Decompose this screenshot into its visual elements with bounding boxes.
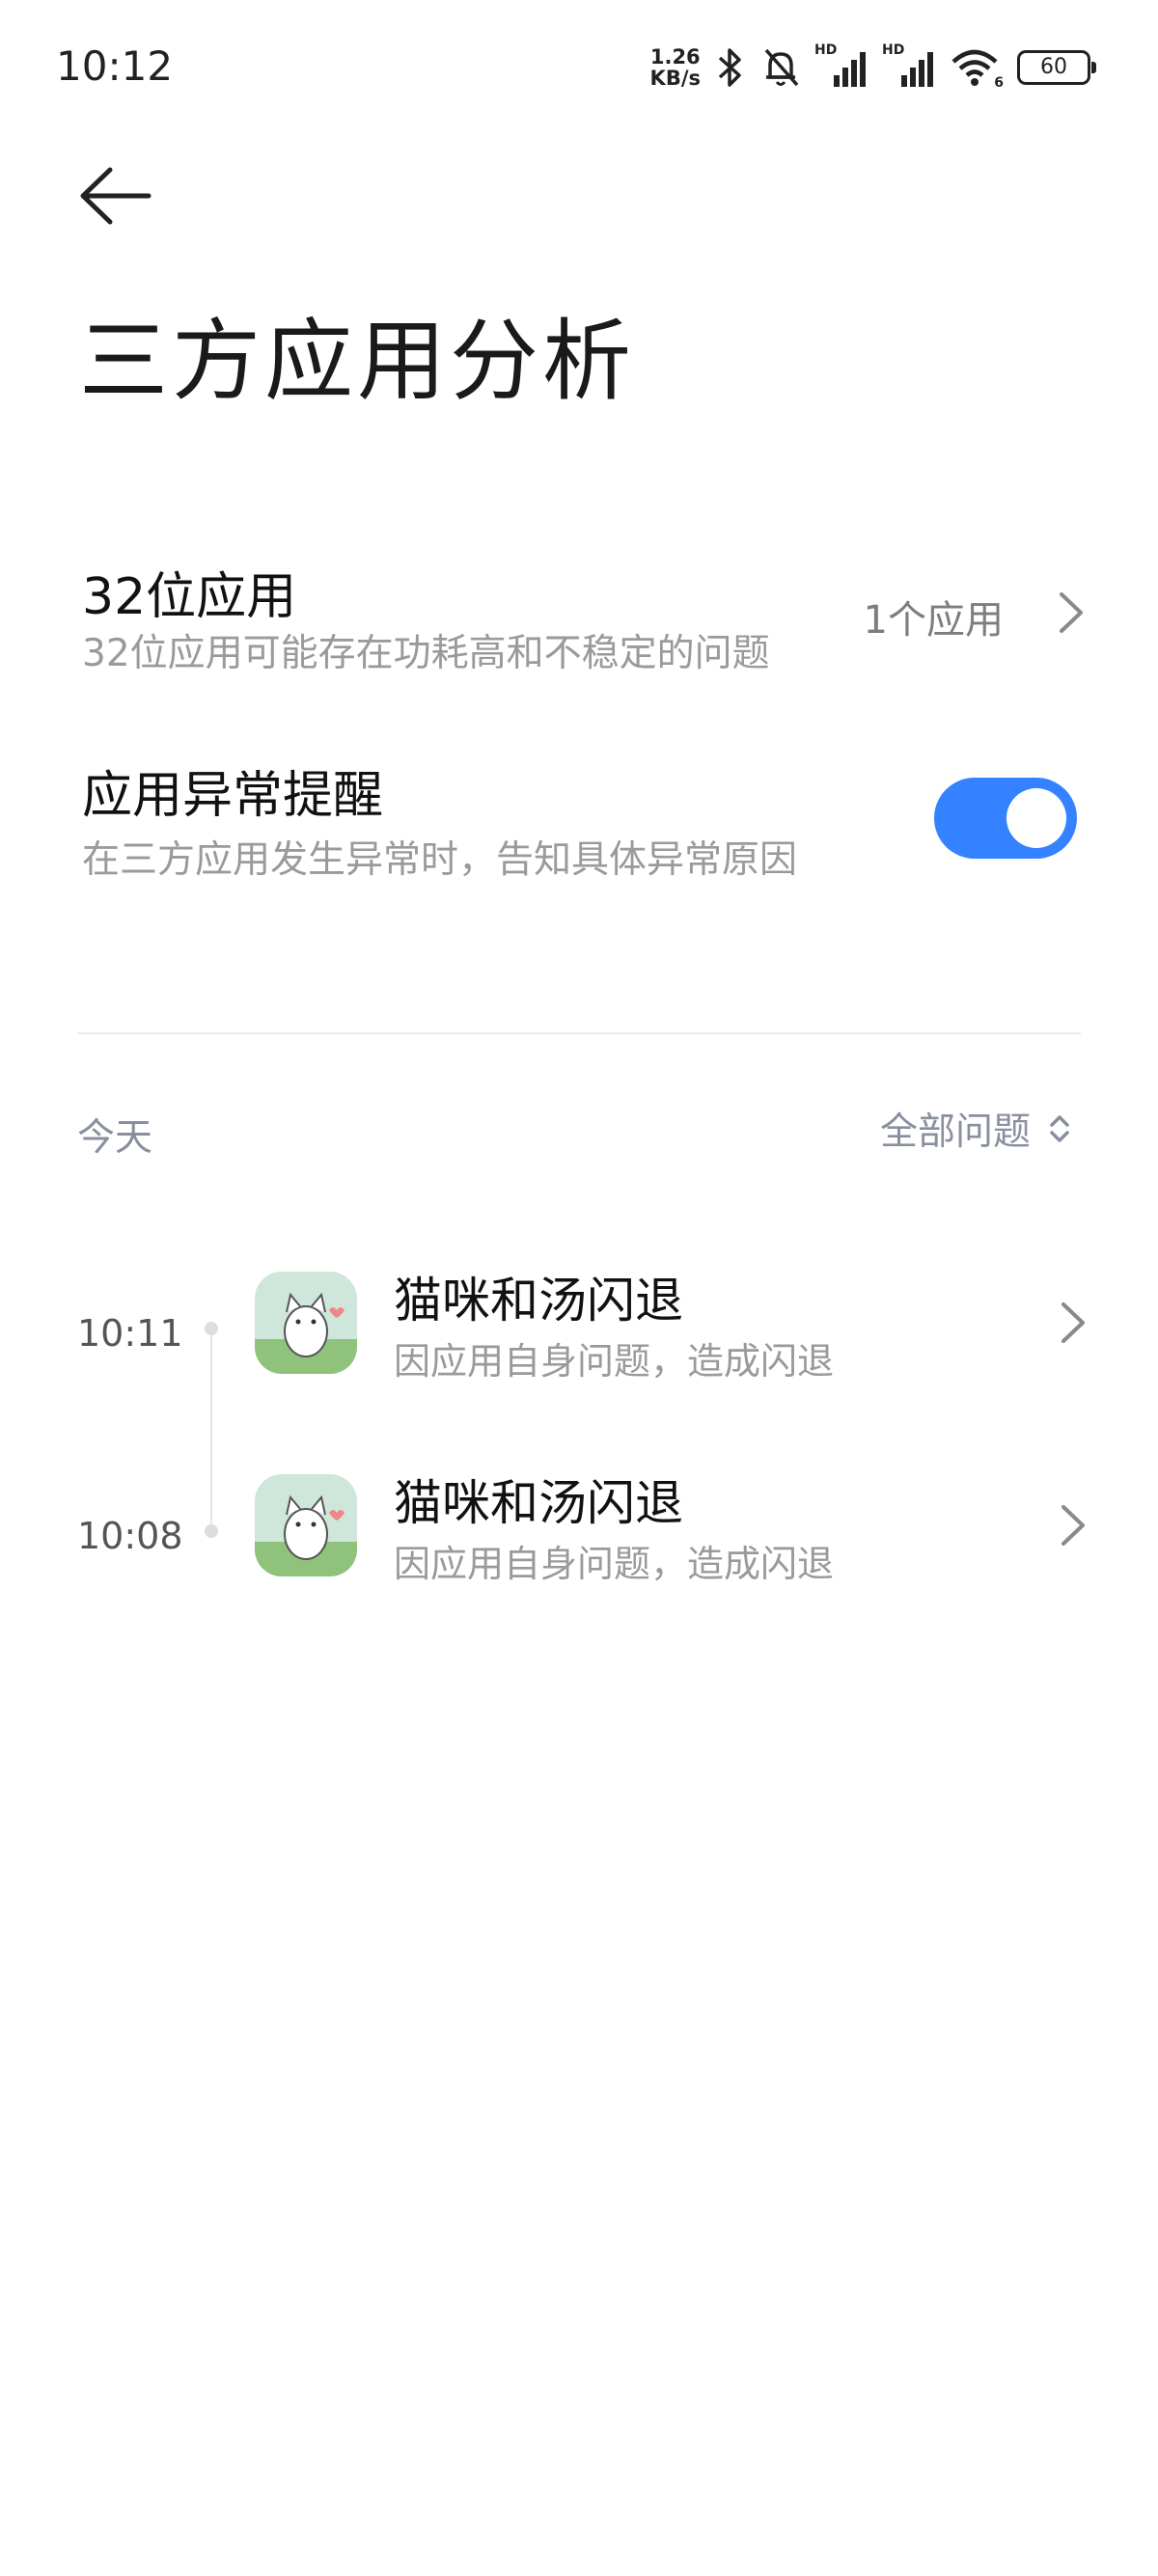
chevron-right-icon [1060, 592, 1083, 633]
status-time: 10:12 [56, 42, 174, 90]
app-icon-cat [255, 1474, 357, 1576]
divider [77, 1032, 1081, 1034]
section-label-today: 今天 [77, 1116, 153, 1160]
crash-alert-subtitle: 在三方应用发生异常时，告知具体异常原因 [82, 838, 798, 882]
event-time: 10:08 [77, 1515, 183, 1557]
crash-alert-title: 应用异常提醒 [82, 767, 384, 825]
status-bar: 10:12 1.26 KB/s HD HD 6 60 [0, 0, 1158, 135]
event-subtitle: 因应用自身问题，造成闪退 [394, 1340, 835, 1383]
wifi: 6 [950, 46, 1004, 91]
wifi-label: 6 [994, 75, 1004, 91]
back-arrow-icon[interactable] [77, 164, 154, 228]
event-title: 猫咪和汤闪退 [394, 1475, 683, 1531]
page-title: 三方应用分析 [79, 310, 636, 413]
signal-icon [901, 52, 933, 87]
crash-event-item[interactable]: 10:08 猫咪和汤闪退 因应用自身问题，造成闪退 [0, 1474, 1158, 1629]
unfold-chevrons-icon [1050, 1115, 1069, 1142]
timeline-dot [205, 1524, 218, 1538]
event-time: 10:11 [77, 1312, 183, 1355]
event-title: 猫咪和汤闪退 [394, 1273, 683, 1329]
timeline-dot [205, 1322, 218, 1335]
battery-icon: 60 [1017, 50, 1096, 85]
apps-32bit-row[interactable]: 32位应用 32位应用可能存在功耗高和不稳定的问题 1个应用 [0, 550, 1158, 685]
status-icons: 1.26 KB/s HD HD 6 60 [650, 42, 1096, 93]
app-icon-cat [255, 1272, 357, 1374]
crash-alert-toggle[interactable] [934, 778, 1077, 859]
signal-icon [834, 52, 866, 87]
chevron-right-icon [1062, 1302, 1085, 1343]
chevron-right-icon [1062, 1505, 1085, 1546]
signal-2: HD [882, 42, 936, 89]
apps-32bit-count: 1个应用 [863, 598, 1004, 643]
apps-32bit-title: 32位应用 [82, 568, 297, 626]
network-speed-unit: KB/s [649, 67, 701, 90]
problem-filter-dropdown[interactable]: 全部问题 [880, 1102, 1071, 1156]
mute-bell-icon [764, 48, 799, 87]
network-speed-value: 1.26 [649, 45, 701, 69]
toggle-knob [1006, 788, 1066, 848]
filter-label: 全部问题 [879, 1110, 1031, 1154]
signal-1: HD [814, 42, 868, 89]
event-subtitle: 因应用自身问题，造成闪退 [394, 1543, 835, 1585]
apps-32bit-subtitle: 32位应用可能存在功耗高和不稳定的问题 [82, 632, 770, 675]
network-speed: 1.26 KB/s [650, 46, 701, 89]
bluetooth-icon [718, 48, 741, 87]
crash-event-item[interactable]: 10:11 猫咪和汤闪退 因应用自身问题，造成闪退 [0, 1272, 1158, 1426]
